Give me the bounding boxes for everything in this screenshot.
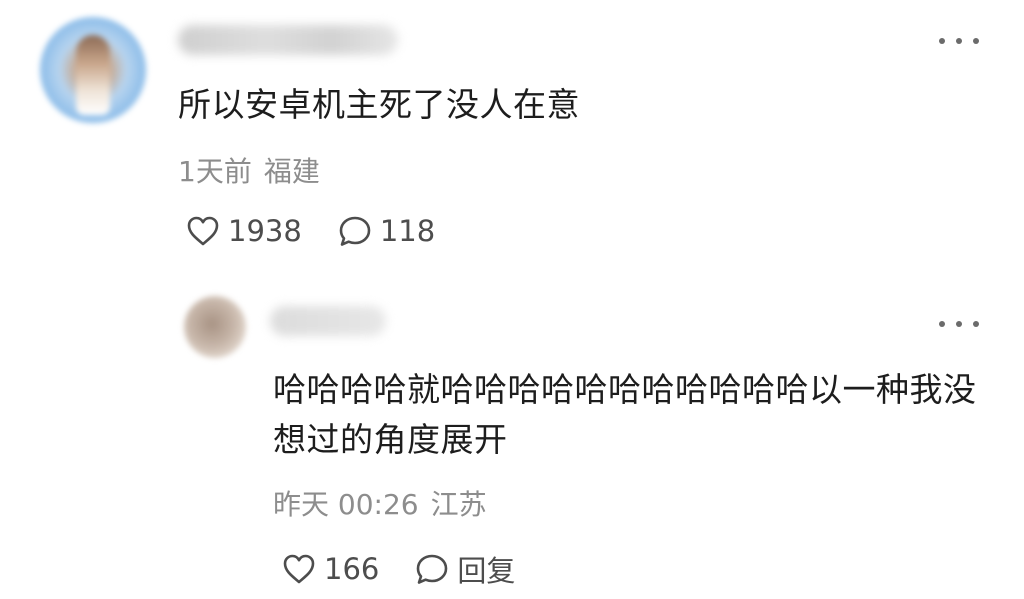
- reply-actions: 166 回复: [282, 548, 515, 590]
- comment-time: 1天前: [178, 155, 252, 188]
- reply-like-count: 166: [324, 552, 380, 586]
- reply-count-button[interactable]: 118: [338, 214, 435, 248]
- comment-thread: 所以安卓机主死了没人在意 1天前 福建 1938 118 哈哈哈哈就哈哈哈哈哈哈哈…: [0, 0, 1024, 599]
- reply-button[interactable]: 回复: [415, 548, 515, 590]
- like-count: 1938: [228, 214, 302, 248]
- like-button[interactable]: 1938: [186, 214, 302, 248]
- reply-like-button[interactable]: 166: [282, 552, 379, 586]
- username-blurred[interactable]: [178, 25, 398, 55]
- reply-more-options-icon[interactable]: [939, 318, 979, 330]
- comment-location: 福建: [263, 155, 320, 188]
- reply-location: 江苏: [430, 488, 487, 521]
- comment-bubble-icon: [417, 554, 448, 584]
- reply-count: 118: [379, 214, 436, 248]
- reply-time: 昨天 00:26: [273, 488, 419, 521]
- more-options-icon[interactable]: [939, 35, 979, 47]
- comment-bubble-icon: [339, 216, 371, 246]
- avatar[interactable]: [40, 17, 146, 123]
- avatar-figure: [76, 35, 110, 115]
- heart-icon: [283, 554, 315, 584]
- reply-meta: 昨天 00:26 江苏: [273, 488, 487, 522]
- reply-label: 回复: [457, 554, 516, 588]
- comment-meta: 1天前 福建: [178, 155, 320, 189]
- comment-actions: 1938 118: [186, 214, 435, 248]
- reply-avatar[interactable]: [184, 296, 246, 358]
- comment-text: 所以安卓机主死了没人在意: [178, 85, 580, 124]
- reply-username-blurred[interactable]: [270, 306, 386, 336]
- reply-text: 哈哈哈哈就哈哈哈哈哈哈哈哈哈哈哈以一种我没想过的角度展开: [273, 370, 977, 459]
- heart-icon: [187, 216, 219, 246]
